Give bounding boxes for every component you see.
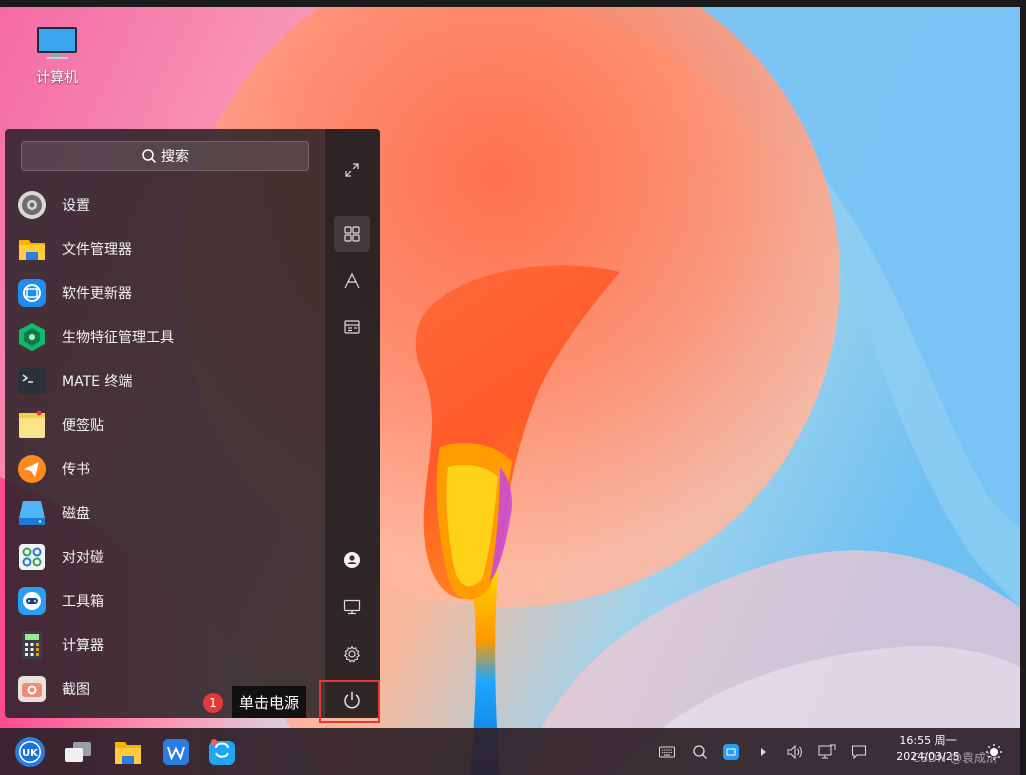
app-list: 设置 文件管理器 软件更新器 生物特征管理工具 MATE 终端 便签贴 传书 磁… bbox=[5, 183, 325, 711]
expand-arrow-icon bbox=[761, 747, 766, 756]
search-icon bbox=[142, 149, 157, 164]
watermark: CSDN @袁成浒 bbox=[912, 751, 999, 765]
clock-time: 16:55 周一 bbox=[899, 734, 957, 747]
network-icon bbox=[723, 743, 739, 760]
messenger-icon bbox=[17, 454, 47, 484]
app-item-label: 文件管理器 bbox=[62, 242, 132, 258]
file-manager-icon bbox=[17, 234, 47, 264]
screen-border-top bbox=[0, 0, 1026, 7]
annotation-step-badge: 1 bbox=[203, 693, 223, 713]
user-button[interactable] bbox=[334, 542, 370, 578]
screen-border-right bbox=[1020, 0, 1026, 775]
category-button[interactable] bbox=[334, 309, 370, 345]
settings-button[interactable] bbox=[334, 636, 370, 672]
power-button-highlight bbox=[319, 680, 380, 723]
app-item-game[interactable]: 对对碰 bbox=[5, 535, 325, 579]
svg-text:UK: UK bbox=[22, 748, 39, 759]
app-item-label: 传书 bbox=[62, 462, 90, 478]
app-item-label: 设置 bbox=[62, 198, 90, 214]
tray-network-status[interactable] bbox=[815, 728, 839, 775]
start-menu-app-panel: 搜索 设置 文件管理器 软件更新器 生物特征管理工具 MATE 终端 便签贴 传… bbox=[5, 129, 325, 718]
taskbar-software-store[interactable] bbox=[202, 728, 242, 775]
app-item-label: 截图 bbox=[62, 682, 90, 698]
app-item-sticky-notes[interactable]: 便签贴 bbox=[5, 403, 325, 447]
network-status-icon bbox=[818, 744, 836, 758]
taskbar: UK 16:55 周一 2024/03/25 bbox=[0, 728, 1020, 775]
app-item-file-manager[interactable]: 文件管理器 bbox=[5, 227, 325, 271]
taskbar-wps[interactable] bbox=[156, 728, 196, 775]
app-item-label: 生物特征管理工具 bbox=[62, 330, 174, 346]
app-item-calculator[interactable]: 计算器 bbox=[5, 623, 325, 667]
app-item-label: 软件更新器 bbox=[62, 286, 132, 302]
app-item-terminal[interactable]: MATE 终端 bbox=[5, 359, 325, 403]
app-item-settings[interactable]: 设置 bbox=[5, 183, 325, 227]
tray-search[interactable] bbox=[688, 728, 712, 775]
app-item-messenger[interactable]: 传书 bbox=[5, 447, 325, 491]
start-menu-icon: UK bbox=[15, 736, 45, 767]
app-item-label: 工具箱 bbox=[62, 594, 104, 610]
tray-keyboard[interactable] bbox=[655, 728, 679, 775]
screenshot-icon bbox=[17, 674, 47, 704]
app-item-label: 便签贴 bbox=[62, 418, 104, 434]
workspace-icon bbox=[65, 741, 91, 762]
workspace-button[interactable] bbox=[58, 728, 98, 775]
start-menu-button[interactable]: UK bbox=[8, 728, 52, 775]
letter-sort-button[interactable] bbox=[334, 263, 370, 299]
software-store-icon bbox=[209, 738, 235, 765]
search-input[interactable]: 搜索 bbox=[21, 141, 309, 171]
expand-icon bbox=[345, 163, 359, 177]
toolbox-icon bbox=[17, 586, 47, 616]
calculator-icon bbox=[17, 630, 47, 660]
annotation-label: 单击电源 bbox=[232, 686, 307, 718]
sticky-note-icon bbox=[17, 410, 47, 440]
fullscreen-button[interactable] bbox=[334, 152, 370, 188]
search-icon bbox=[693, 744, 707, 759]
terminal-icon bbox=[17, 366, 47, 396]
tray-notifications[interactable] bbox=[847, 728, 871, 775]
disk-icon bbox=[17, 498, 47, 528]
app-item-disk[interactable]: 磁盘 bbox=[5, 491, 325, 535]
search-placeholder: 搜索 bbox=[161, 149, 189, 165]
taskbar-file-manager[interactable] bbox=[108, 728, 148, 775]
volume-icon bbox=[787, 744, 802, 759]
computer-icon bbox=[37, 27, 77, 59]
file-manager-icon bbox=[115, 741, 141, 764]
computer-icon bbox=[343, 599, 361, 615]
app-item-biometric[interactable]: 生物特征管理工具 bbox=[5, 315, 325, 359]
app-item-software-updater[interactable]: 软件更新器 bbox=[5, 271, 325, 315]
software-updater-icon bbox=[17, 278, 47, 308]
tray-volume[interactable] bbox=[783, 728, 807, 775]
letter-sort-icon bbox=[344, 272, 360, 289]
app-item-label: MATE 终端 bbox=[62, 374, 133, 390]
settings-icon bbox=[343, 645, 361, 663]
tray-expand[interactable] bbox=[751, 728, 775, 775]
user-icon bbox=[344, 552, 360, 568]
game-icon bbox=[17, 542, 47, 572]
all-apps-button[interactable] bbox=[334, 216, 370, 252]
all-apps-icon bbox=[344, 226, 360, 242]
settings-app-icon bbox=[17, 190, 47, 220]
start-menu-sidebar bbox=[325, 129, 380, 718]
keyboard-icon bbox=[659, 746, 675, 757]
notification-icon bbox=[852, 745, 866, 759]
desktop-icon-label: 计算机 bbox=[36, 70, 78, 86]
start-menu: 搜索 设置 文件管理器 软件更新器 生物特征管理工具 MATE 终端 便签贴 传… bbox=[5, 129, 380, 718]
computer-button[interactable] bbox=[334, 589, 370, 625]
desktop-icon-computer[interactable]: 计算机 bbox=[22, 25, 92, 87]
app-item-label: 计算器 bbox=[62, 638, 104, 654]
app-item-label: 对对碰 bbox=[62, 550, 104, 566]
tray-network-app[interactable] bbox=[719, 728, 743, 775]
wps-icon bbox=[163, 738, 189, 765]
app-item-toolbox[interactable]: 工具箱 bbox=[5, 579, 325, 623]
app-item-label: 磁盘 bbox=[62, 506, 90, 522]
biometric-icon bbox=[17, 322, 47, 352]
category-icon bbox=[344, 320, 360, 334]
